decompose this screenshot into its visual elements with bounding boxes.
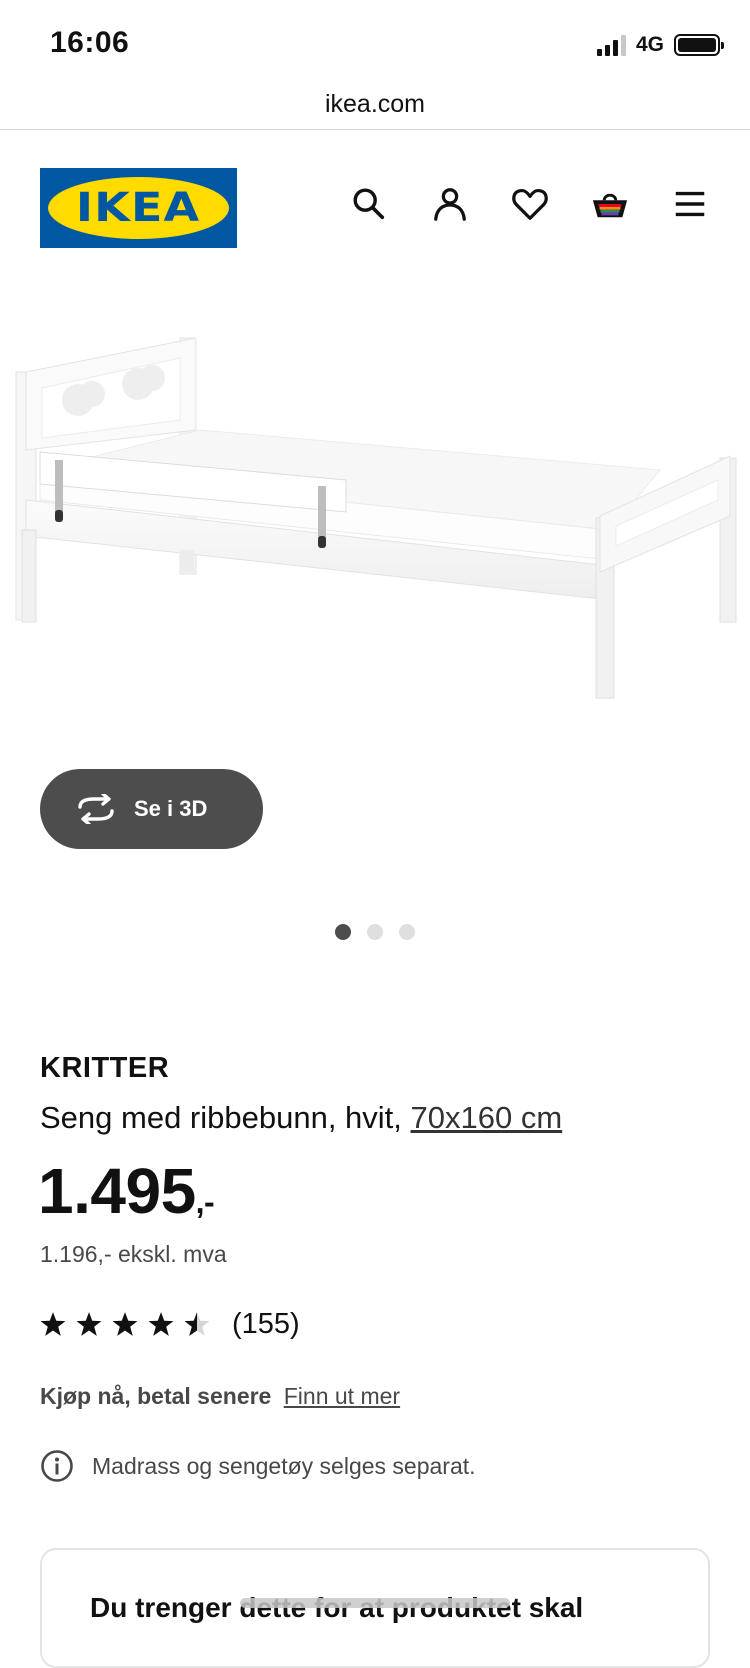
separate-sale-notice: Madrass og sengetøy selges separat. bbox=[40, 1448, 476, 1484]
ikea-logo[interactable]: IKEA ® bbox=[40, 168, 237, 248]
price-value: 1.495 bbox=[38, 1155, 196, 1227]
cart-icon[interactable] bbox=[588, 182, 632, 226]
product-image[interactable] bbox=[0, 280, 750, 800]
product-description: Seng med ribbebunn, hvit, 70x160 cm bbox=[40, 1100, 562, 1136]
carousel-pagination bbox=[0, 924, 750, 944]
signal-icon bbox=[596, 34, 626, 56]
status-time: 16:06 bbox=[50, 26, 130, 59]
home-indicator[interactable] bbox=[240, 1598, 510, 1608]
rating-stars bbox=[40, 1311, 210, 1337]
product-price: 1.495,- bbox=[38, 1154, 215, 1228]
site-header: IKEA ® bbox=[0, 130, 750, 280]
url-text: ikea.com bbox=[324, 90, 426, 118]
star-icon bbox=[148, 1312, 174, 1336]
bnpl-link[interactable]: Finn ut mer bbox=[284, 1383, 400, 1409]
star-icon bbox=[112, 1312, 138, 1336]
notice-text: Madrass og sengetøy selges separat. bbox=[92, 1452, 476, 1479]
carousel-dot[interactable] bbox=[335, 924, 351, 940]
product-name: KRITTER bbox=[40, 1052, 170, 1084]
buy-now-pay-later: Kjøp nå, betal senere Finn ut mer bbox=[40, 1383, 400, 1410]
network-type: 4G bbox=[635, 33, 664, 56]
status-indicators: 4G bbox=[596, 30, 724, 60]
price-suffix: ,- bbox=[195, 1184, 215, 1220]
heart-icon[interactable] bbox=[508, 182, 552, 226]
card-title: Du trenger dette for at produktet skal bbox=[90, 1592, 584, 1623]
product-rating[interactable]: (155) bbox=[40, 1306, 300, 1342]
product-size-link[interactable]: 70x160 cm bbox=[411, 1100, 563, 1135]
view-3d-button[interactable]: Se i 3D bbox=[40, 769, 263, 849]
product-description-text: Seng med ribbebunn, hvit, bbox=[40, 1100, 402, 1135]
bnpl-label: Kjøp nå, betal senere bbox=[40, 1383, 272, 1409]
star-icon bbox=[76, 1312, 102, 1336]
rotate-icon bbox=[78, 794, 114, 824]
search-icon[interactable] bbox=[347, 182, 391, 226]
price-excl-vat: 1.196,- ekskl. mva bbox=[40, 1241, 227, 1267]
status-bar: 16:06 4G bbox=[0, 0, 750, 80]
review-count: (155) bbox=[232, 1307, 300, 1340]
carousel-dot[interactable] bbox=[399, 924, 415, 940]
browser-url-bar[interactable]: ikea.com bbox=[0, 80, 750, 130]
view-3d-label: Se i 3D bbox=[134, 796, 208, 821]
carousel-dot[interactable] bbox=[367, 924, 383, 940]
account-icon[interactable] bbox=[428, 182, 472, 226]
logo-text: IKEA bbox=[76, 185, 201, 231]
required-items-card[interactable]: Du trenger dette for at produktet skal bbox=[40, 1548, 710, 1668]
half-star-icon bbox=[184, 1312, 210, 1336]
info-icon bbox=[41, 1450, 73, 1482]
battery-icon bbox=[674, 34, 724, 56]
menu-icon[interactable] bbox=[668, 182, 712, 226]
star-icon bbox=[40, 1312, 66, 1336]
